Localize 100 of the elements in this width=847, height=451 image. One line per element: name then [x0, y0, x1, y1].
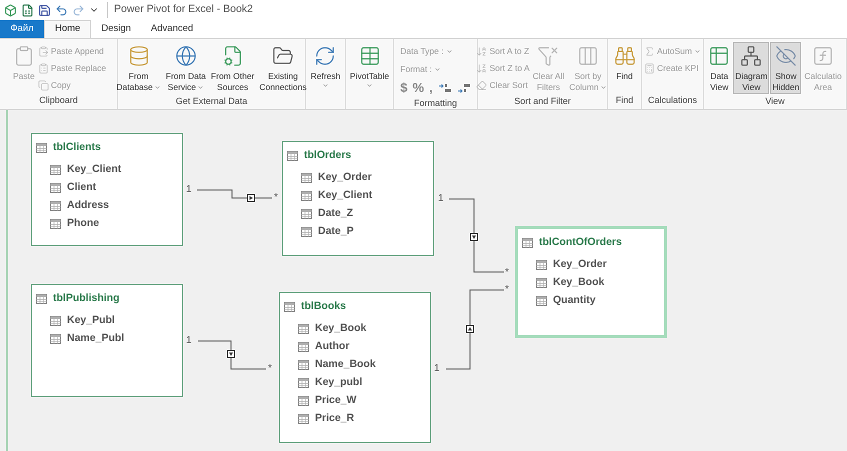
- folder-icon: [272, 45, 294, 67]
- column-icon: [301, 173, 312, 184]
- table-icon: [522, 238, 533, 248]
- clipboard-icon: [38, 62, 49, 74]
- decimal-decrease-icon: [456, 83, 471, 93]
- group-label: Sort and Filter: [514, 94, 571, 108]
- refresh-icon: [314, 45, 336, 67]
- group-label: Formatting: [414, 97, 457, 109]
- column-icon: [298, 342, 309, 352]
- globe-icon: [174, 45, 197, 67]
- column-name: Key_Client: [67, 162, 122, 178]
- table-card[interactable]: tblClients Key_Client Client Address Phone: [31, 133, 183, 246]
- cardinality-label: *: [274, 192, 278, 204]
- filter-clear-icon: [537, 45, 560, 67]
- table-icon: [287, 150, 298, 161]
- calculator-icon: [644, 62, 656, 74]
- ribbon-tab[interactable]: Advanced: [140, 20, 204, 38]
- ribbon-button[interactable]: From Data Service: [164, 42, 208, 94]
- cardinality-label: 1: [438, 193, 444, 205]
- cube-icon: [4, 4, 17, 16]
- column-name: Name_Publ: [67, 331, 124, 346]
- cardinality-label: *: [505, 267, 509, 279]
- ribbon-button[interactable]: Refresh: [308, 42, 342, 93]
- table-icon: [284, 302, 295, 312]
- spreadsheet-icon[interactable]: [21, 4, 34, 16]
- ribbon-button[interactable]: Diagram View: [733, 42, 770, 94]
- column-name: Name_Book: [315, 357, 376, 372]
- table-card[interactable]: tblContOfOrders Key_Order Key_Book Quantity: [515, 226, 667, 338]
- cardinality-label: *: [505, 284, 509, 296]
- ribbon-tab[interactable]: Home: [44, 20, 92, 38]
- column-name: Key_Book: [315, 321, 366, 336]
- copy-icon: [38, 80, 49, 90]
- column-name: Key_Order: [318, 170, 372, 186]
- save-icon[interactable]: [38, 4, 51, 16]
- group-label: View: [765, 94, 785, 108]
- function-icon: [812, 45, 834, 67]
- window-title: Power Pivot for Excel - Book2: [107, 2, 253, 18]
- document-icon: [222, 45, 244, 67]
- column-name: Key_publ: [315, 375, 362, 390]
- column-name: Key_Order: [553, 257, 607, 272]
- column-name: Date_Z: [318, 206, 354, 222]
- ribbon-button[interactable]: From Other Sources: [208, 42, 256, 94]
- table-card[interactable]: tblPublishing Key_Publ Name_Publ: [31, 284, 183, 397]
- column-icon: [298, 378, 309, 388]
- column-icon: [298, 414, 309, 424]
- column-icon: [50, 183, 61, 194]
- ribbon-tab[interactable]: Design: [91, 20, 141, 38]
- table-name: tblPublishing: [53, 291, 120, 306]
- database-icon: [128, 45, 150, 67]
- table-name: tblOrders: [304, 148, 352, 163]
- group-label: Get External Data: [176, 94, 248, 108]
- table-icon: [36, 294, 47, 304]
- column-name: Price_R: [315, 411, 354, 426]
- eraser-icon: [476, 80, 488, 90]
- column-icon: [536, 260, 547, 270]
- sort-ascending-icon: [476, 46, 488, 56]
- decimal-increase-icon: [438, 83, 452, 93]
- diagram-icon: [740, 45, 762, 67]
- column-icon: [50, 316, 61, 326]
- column-name: Key_Book: [553, 275, 604, 290]
- sort-descending-icon: [476, 62, 488, 74]
- undo-icon[interactable]: [55, 4, 68, 16]
- cardinality-label: 1: [186, 335, 192, 347]
- hidden-icon: [774, 45, 797, 67]
- table-card[interactable]: tblOrders Key_Order Key_Client Date_Z Date_P: [282, 141, 434, 256]
- column-name: Phone: [67, 216, 100, 232]
- binoculars-icon: [614, 45, 636, 67]
- cardinality-label: 1: [186, 184, 192, 196]
- ribbon-button[interactable]: Find: [612, 42, 638, 93]
- table-icon: [358, 45, 380, 67]
- ribbon-tab[interactable]: Файл: [0, 20, 44, 38]
- column-name: Address: [67, 198, 110, 214]
- group-label: Calculations: [648, 94, 698, 108]
- table-card[interactable]: tblBooks Key_Book Author Name_Book Key_publ Price_W Price_R: [279, 292, 431, 443]
- column-icon: [50, 201, 61, 212]
- column-icon: [301, 227, 312, 238]
- grid-icon: [708, 45, 730, 67]
- column-name: Date_P: [318, 224, 354, 240]
- column-name: Author: [315, 339, 350, 354]
- column-name: Key_Publ: [67, 313, 115, 328]
- ribbon-button[interactable]: Existing Connections: [257, 42, 309, 94]
- ribbon-button[interactable]: Data View: [706, 42, 732, 94]
- group-label: Find: [616, 94, 634, 108]
- group-label: Clipboard: [39, 94, 78, 108]
- column-icon: [298, 396, 309, 406]
- column-icon: [301, 209, 312, 220]
- column-icon: [50, 334, 61, 344]
- table-name: tblBooks: [301, 299, 346, 314]
- table-name: tblContOfOrders: [539, 235, 622, 250]
- cardinality-label: *: [268, 363, 272, 375]
- column-name: Client: [67, 180, 96, 196]
- column-icon: [50, 165, 61, 176]
- table-icon: [36, 142, 47, 153]
- column-icon: [536, 296, 547, 306]
- sigma-icon: [644, 46, 656, 56]
- ribbon-button[interactable]: From Database: [114, 42, 163, 94]
- ribbon-button[interactable]: Show Hidden: [770, 42, 802, 94]
- column-icon: [50, 219, 61, 230]
- column-name: Key_Client: [318, 188, 372, 204]
- ribbon-button[interactable]: PivotTable: [348, 42, 392, 93]
